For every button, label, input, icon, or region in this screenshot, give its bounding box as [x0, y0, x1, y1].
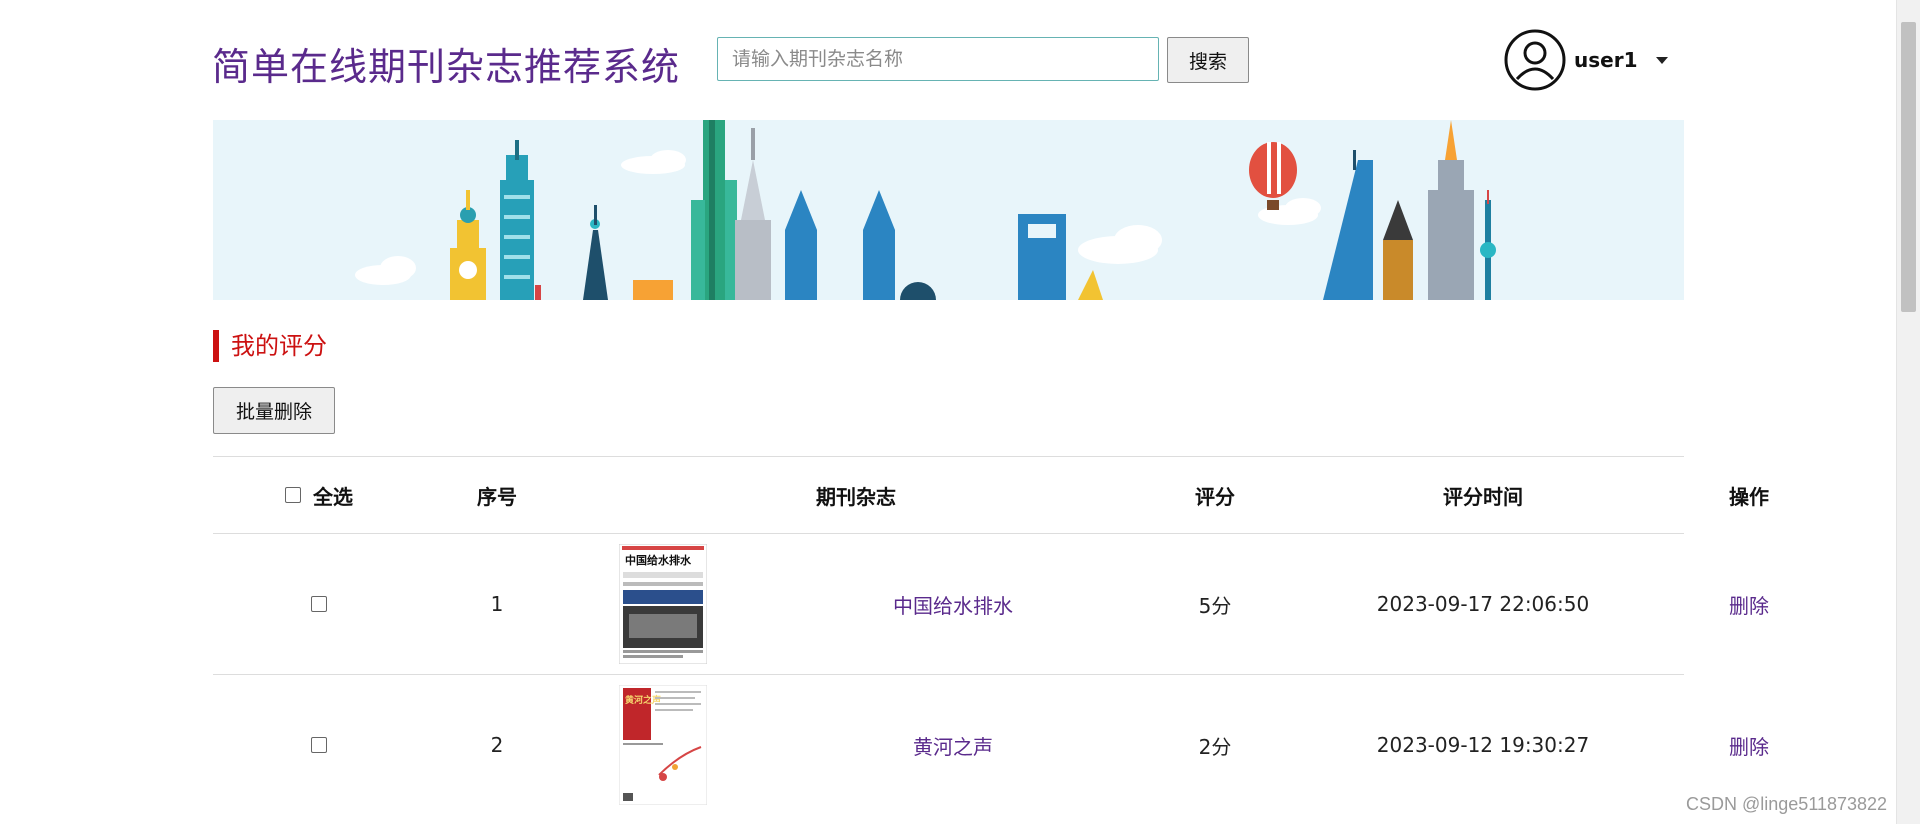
column-header-time: 评分时间	[1443, 484, 1523, 509]
row-checkbox[interactable]	[311, 596, 327, 612]
table-header-row: 全选 序号 期刊杂志 评分 评分时间 操作	[213, 456, 1769, 533]
row-time: 2023-09-17 22:06:50	[1376, 592, 1590, 616]
column-header-index: 序号	[477, 484, 517, 509]
row-index: 1	[490, 592, 504, 616]
cover-masthead: 中国给水排水	[625, 553, 692, 567]
magazine-cover-image[interactable]: 黄河之声	[619, 685, 707, 805]
batch-delete-button[interactable]: 批量删除	[213, 387, 335, 434]
dropdown-caret-icon	[1655, 56, 1668, 64]
row-score: 5分	[1198, 593, 1232, 618]
magazine-cover-image[interactable]: 中国给水排水	[619, 544, 707, 664]
site-title[interactable]: 简单在线期刊杂志推荐系统	[212, 36, 680, 91]
column-header-score: 评分	[1195, 484, 1235, 509]
row-checkbox[interactable]	[311, 737, 327, 753]
ratings-table: 全选 序号 期刊杂志 评分 评分时间 操作 1 中国给水排水 中国给水排水 5分…	[213, 456, 1769, 815]
user-avatar-icon	[1504, 29, 1566, 91]
magazine-link[interactable]: 中国给水排水	[813, 534, 1093, 674]
row-time: 2023-09-12 19:30:27	[1376, 733, 1590, 757]
select-all-checkbox[interactable]	[285, 487, 301, 503]
watermark: CSDN @linge511873822	[1686, 794, 1888, 814]
vertical-scrollbar[interactable]	[1896, 0, 1920, 824]
row-index: 2	[490, 733, 504, 757]
city-skyline-banner	[213, 120, 1684, 300]
column-header-magazine: 期刊杂志	[816, 484, 896, 509]
search-input[interactable]	[717, 37, 1159, 81]
select-all-label: 全选	[313, 484, 353, 509]
username: user1	[1574, 48, 1638, 72]
magazine-link[interactable]: 黄河之声	[813, 675, 1093, 815]
search-button[interactable]: 搜索	[1167, 37, 1249, 83]
page: 简单在线期刊杂志推荐系统 搜索 user1	[0, 0, 1920, 824]
section-title: 我的评分	[213, 330, 327, 362]
skyline-illustration-icon	[355, 120, 1496, 300]
scrollbar-thumb[interactable]	[1901, 22, 1916, 312]
delete-link[interactable]: 删除	[1729, 590, 1769, 619]
user-menu[interactable]: user1	[1504, 28, 1668, 92]
select-all[interactable]: 全选	[213, 457, 425, 533]
table-row: 1 中国给水排水 中国给水排水 5分 2023-09-17 22:06:50 删…	[213, 533, 1769, 674]
column-header-action: 操作	[1729, 484, 1769, 509]
delete-link[interactable]: 删除	[1729, 731, 1769, 760]
row-score: 2分	[1198, 734, 1232, 759]
table-row: 2 黄河之声 黄河之声 2分 2023-09-12 19:30:27 删除	[213, 674, 1769, 815]
